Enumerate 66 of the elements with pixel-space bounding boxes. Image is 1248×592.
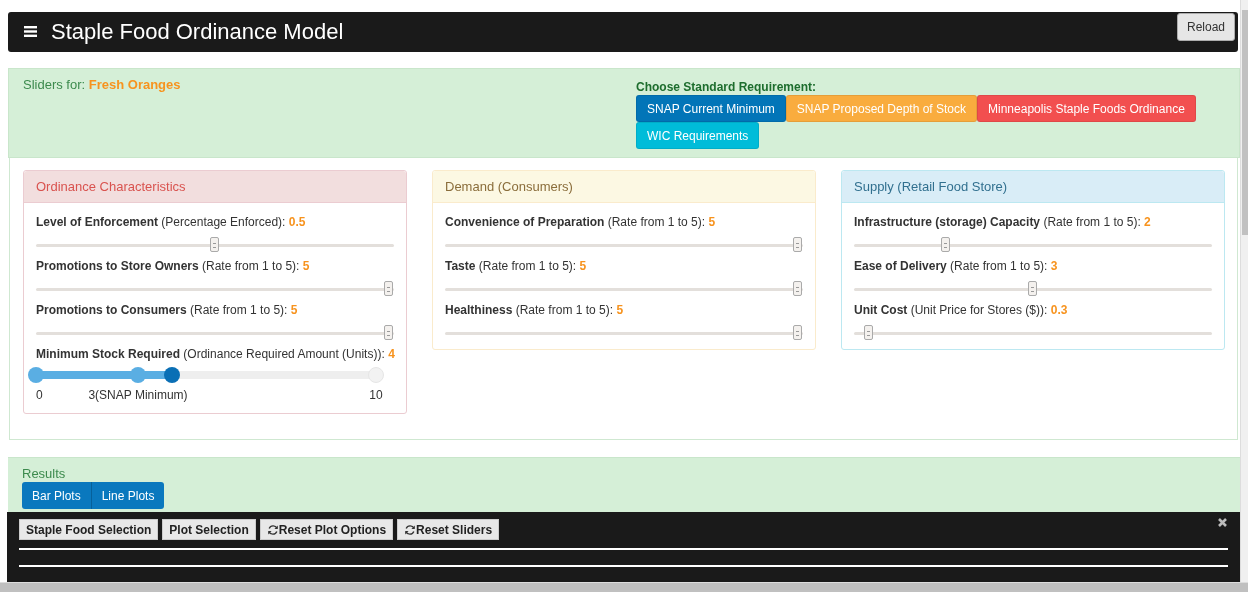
slider-label: Infrastructure (storage) Capacity (Rate from 1 to 5): [854,214,1141,229]
vertical-scrollbar[interactable] [1240,0,1248,582]
requirement-button[interactable]: SNAP Current Minimum [636,94,786,122]
plot-tab[interactable]: Bar Plots [22,482,92,509]
slider-thumb[interactable] [210,236,219,252]
requirement-button[interactable]: Minneapolis Staple Foods Ordinance [977,94,1196,122]
slider[interactable] [445,236,803,253]
slider-value: 2 [1144,214,1151,229]
slider-label: Ease of Delivery (Rate from 1 to 5): [854,258,1048,273]
tick-label: 0 [36,387,43,402]
toolbar-button[interactable]: Plot Selection [162,519,256,540]
sliders-for-label: Sliders for: [23,76,86,92]
slider[interactable] [445,324,803,341]
slider-value: 5 [708,214,716,229]
slider-label: Unit Cost (Unit Price for Stores ($)): [854,302,1048,317]
slider-value: 0.3 [1050,302,1068,317]
slider-thumb[interactable] [1028,280,1037,296]
slider-label: Level of Enforcement (Percentage Enforced): [36,214,286,229]
slider[interactable] [854,236,1212,253]
toolbar-button[interactable]: Reset Plot Options [259,519,394,540]
slider-value: 5 [302,258,310,273]
food-name: Fresh Oranges [88,76,181,92]
slider-value: 5 [616,302,624,317]
toolbar-button[interactable]: Staple Food Selection [19,519,159,540]
results-heading: Results [22,466,67,481]
refresh-icon [404,523,417,536]
slider[interactable] [445,280,803,297]
slider-value: 4 [388,346,395,361]
menu-icon[interactable] [24,25,37,39]
slider-thumb[interactable] [384,324,393,340]
panel-title: Demand (Consumers) [433,170,815,203]
close-icon[interactable] [1217,517,1228,528]
slider-thumb[interactable] [941,236,950,252]
slider-label: Minimum Stock Required (Ordinance Required Amount (Units)): [36,346,385,361]
slider[interactable] [854,324,1212,341]
slider-value: 5 [579,258,587,273]
slider-label: Promotions to Consumers (Rate from 1 to 5): [36,302,288,317]
slider[interactable] [36,280,394,297]
range-slider[interactable] [28,366,384,383]
slider-value: 5 [290,302,298,317]
panel-title: Ordinance Characteristics [24,170,406,203]
slider-label: Convenience of Preparation (Rate from 1 to 5): [445,214,706,229]
slider-thumb[interactable] [384,280,393,296]
slider-label: Promotions to Store Owners (Rate from 1 to 5): [36,258,300,273]
horizontal-scrollbar[interactable] [0,582,1248,592]
tick-label: 10 [369,387,383,402]
toolbar-button[interactable]: Reset Sliders [397,519,500,540]
requirement-heading: Choose Standard Requirement: [636,79,818,94]
slider[interactable] [854,280,1212,297]
reload-button[interactable]: Reload [1176,13,1235,41]
slider-thumb[interactable] [793,324,802,340]
slider-value: 0.5 [288,214,306,229]
plot-tab[interactable]: Line Plots [91,482,165,509]
slider[interactable] [36,324,394,341]
refresh-icon [266,523,279,536]
panel-title: Supply (Retail Food Store) [842,170,1224,203]
slider-thumb[interactable] [793,280,802,296]
slider-label: Healthiness (Rate from 1 to 5): [445,302,614,317]
slider[interactable] [36,236,394,253]
slider-thumb[interactable] [864,324,874,340]
app-title: Staple Food Ordinance Model [51,18,345,45]
slider-value: 3 [1050,258,1058,273]
range-handle[interactable] [164,366,180,383]
slider-label: Taste (Rate from 1 to 5): [445,258,577,273]
tick-label: 3(SNAP Minimum) [88,387,188,402]
slider-thumb[interactable] [793,236,802,252]
